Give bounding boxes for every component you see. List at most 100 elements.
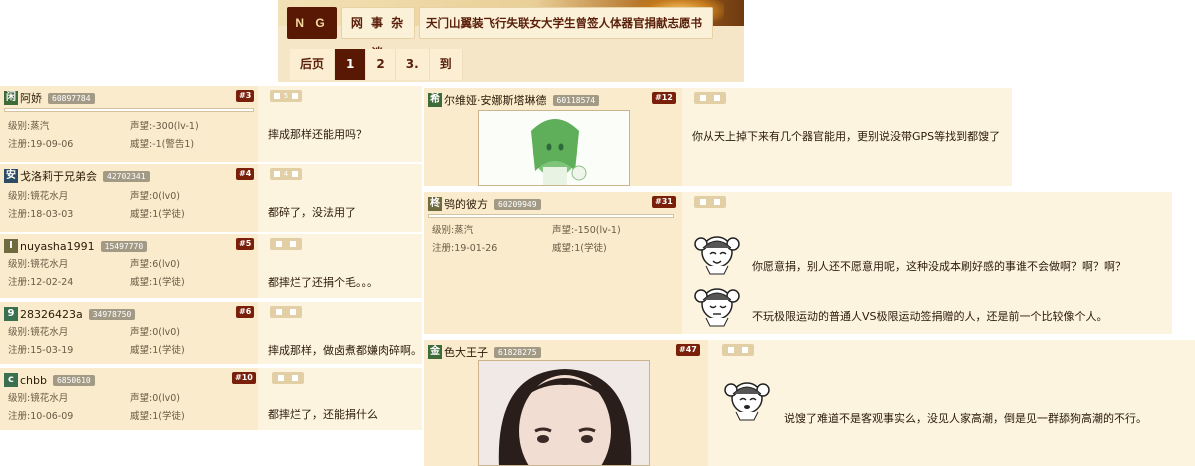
username[interactable]: nuyasha1991	[20, 240, 95, 253]
avatar[interactable]: 金	[428, 345, 442, 359]
username[interactable]: 尔维娅·安娜斯塔琳德	[444, 92, 547, 108]
pager-page-2[interactable]: 2	[366, 49, 396, 80]
user-info: 闲阿娇 60897784 #3 级别:蒸汽 声望:-300(lv-1) 注册:19-…	[0, 86, 258, 162]
like-buttons[interactable]	[694, 92, 726, 104]
user-rep: 0(lv0)	[152, 327, 180, 338]
post-floor-6: 9 28326423a 34978750 #6 级别:镜花水月 声望:0(lv0) 注…	[0, 302, 422, 364]
label-level: 级别:	[8, 121, 31, 132]
pagination: 后页 1 2 3. 到	[290, 49, 463, 80]
user-prestige: 1(学徒)	[574, 243, 607, 254]
user-level: 镜花水月	[30, 393, 69, 404]
floor-badge[interactable]: #6	[236, 306, 255, 318]
post-text: 摔成那样还能用吗？	[268, 128, 367, 141]
label-reg: 注册:	[432, 243, 455, 254]
username[interactable]: 色大王子	[444, 344, 488, 360]
floor-badge[interactable]: #10	[232, 372, 256, 384]
label-rep: 声望:	[552, 225, 575, 236]
like-buttons[interactable]	[694, 196, 726, 208]
nga-logo[interactable]: N G A	[287, 7, 337, 62]
label-prestige: 威望:	[130, 139, 153, 150]
user-rep: 6(lv0)	[152, 259, 180, 270]
user-reg-date: 19-09-06	[30, 139, 74, 150]
label-prestige: 威望:	[130, 345, 153, 356]
pager-page-3[interactable]: 3.	[396, 49, 430, 80]
user-id-badge: 15497770	[100, 240, 148, 252]
sticker-emote-icon	[694, 288, 740, 327]
user-id-badge: 42702341	[103, 170, 150, 182]
post-text: 你从天上掉下来有几个器官能用，更别说没带GPS等找到都馊了	[692, 130, 1001, 143]
pager-page-1[interactable]: 1	[335, 49, 367, 80]
post-text: 都摔烂了还捐个毛。。。	[268, 276, 378, 289]
post-floor-31: 柊鸮的彼方 60209949 #31 级别:蒸汽 声望:-150(lv-1) 注册:…	[424, 192, 1172, 334]
floor-badge[interactable]: #47	[676, 344, 700, 356]
pager-goto[interactable]: 到	[430, 49, 463, 80]
label-prestige: 威望:	[130, 277, 153, 288]
username[interactable]: 鸮的彼方	[444, 196, 488, 212]
username[interactable]: 28326423a	[20, 308, 83, 321]
like-buttons[interactable]: 5	[270, 90, 302, 102]
post-floor-12: 希尔维娅·安娜斯塔琳德 60118574 #12 你从天上掉下来有几个器官能用，更…	[424, 88, 1012, 186]
like-buttons[interactable]: 4	[270, 168, 302, 180]
floor-badge[interactable]: #12	[652, 92, 676, 104]
like-buttons[interactable]	[270, 238, 302, 250]
label-rep: 声望:	[130, 393, 153, 404]
user-reg-date: 19-01-26	[454, 243, 498, 254]
breadcrumb-thread-title[interactable]: 天门山翼装飞行失联女大学生曾签人体器官捐献志愿书	[419, 7, 713, 39]
user-reg-date: 12-02-24	[30, 277, 74, 288]
user-rep: -300(lv-1)	[152, 121, 199, 132]
user-level: 蒸汽	[454, 225, 474, 236]
user-rep: 0(lv0)	[152, 191, 180, 202]
avatar[interactable]: I	[4, 239, 18, 253]
label-prestige: 威望:	[130, 411, 153, 422]
label-level: 级别:	[432, 225, 455, 236]
sticker-emote-icon	[694, 236, 740, 275]
username[interactable]: 戈洛莉于兄弟会	[20, 168, 97, 184]
user-reg-date: 18-03-03	[30, 209, 74, 220]
user-info: 希尔维娅·安娜斯塔琳德 60118574 #12	[424, 88, 682, 186]
user-prestige: 1(学徒)	[152, 277, 185, 288]
avatar[interactable]: 安	[4, 169, 18, 183]
user-reg-date: 15-03-19	[30, 345, 74, 356]
breadcrumb-forum[interactable]: 网 事 杂 谈	[341, 7, 415, 60]
floor-badge[interactable]: #4	[236, 168, 255, 180]
floor-badge[interactable]: #5	[236, 238, 255, 250]
post-text: 说馊了难道不是客观事实么，没见人家高潮，倒是见一群舔狗高潮的不行。	[784, 412, 1147, 425]
label-prestige: 威望:	[130, 209, 153, 220]
user-avatar-image	[478, 110, 630, 186]
user-info: 安戈洛莉于兄弟会 42702341 #4 级别:镜花水月 声望:0(lv0) 注册:…	[0, 164, 258, 232]
floor-badge[interactable]: #3	[236, 90, 255, 102]
user-avatar-photo	[478, 360, 650, 466]
avatar[interactable]: 柊	[428, 197, 442, 211]
avatar[interactable]: 闲	[4, 91, 18, 105]
floor-badge[interactable]: #31	[652, 196, 676, 208]
avatar[interactable]: 9	[4, 307, 18, 321]
label-level: 级别:	[8, 327, 31, 338]
avatar[interactable]: c	[4, 373, 18, 387]
username[interactable]: chbb	[20, 374, 47, 387]
label-reg: 注册:	[8, 277, 31, 288]
post-floor-4: 安戈洛莉于兄弟会 42702341 #4 级别:镜花水月 声望:0(lv0) 注册:…	[0, 164, 422, 232]
avatar[interactable]: 希	[428, 93, 442, 107]
username[interactable]: 阿娇	[20, 90, 42, 106]
label-level: 级别:	[8, 191, 31, 202]
post-floor-10: c chbb 6850610 #10 级别:镜花水月 声望:0(lv0) 注册:10-…	[0, 368, 422, 430]
post-floor-5: Inuyasha1991 15497770 #5 级别:镜花水月 声望:6(lv0)…	[0, 234, 422, 298]
label-reg: 注册:	[8, 209, 31, 220]
like-buttons[interactable]	[272, 372, 304, 384]
like-buttons[interactable]	[270, 306, 302, 318]
post-content: 说馊了难道不是客观事实么，没见人家高潮，倒是见一群舔狗高潮的不行。	[708, 340, 1195, 466]
user-prestige: 1(学徒)	[152, 345, 185, 356]
sticker-emote-icon	[724, 382, 770, 421]
post-content: 都摔烂了，还能捐什么	[258, 368, 422, 430]
post-content: 都摔烂了还捐个毛。。。	[258, 234, 422, 298]
post-floor-47: 金色大王子 61828275 #47 说馊了难道不是客观事实么，没见人家高潮，倒…	[424, 340, 1195, 466]
user-level: 镜花水月	[30, 259, 69, 270]
user-level: 镜花水月	[30, 191, 69, 202]
label-level: 级别:	[8, 393, 31, 404]
user-info: c chbb 6850610 #10 级别:镜花水月 声望:0(lv0) 注册:10-…	[0, 368, 258, 430]
user-prestige: 1(学徒)	[152, 209, 185, 220]
pager-prev[interactable]: 后页	[290, 49, 336, 80]
level-bar	[428, 214, 674, 218]
user-level: 镜花水月	[30, 327, 69, 338]
like-buttons[interactable]	[722, 344, 754, 356]
